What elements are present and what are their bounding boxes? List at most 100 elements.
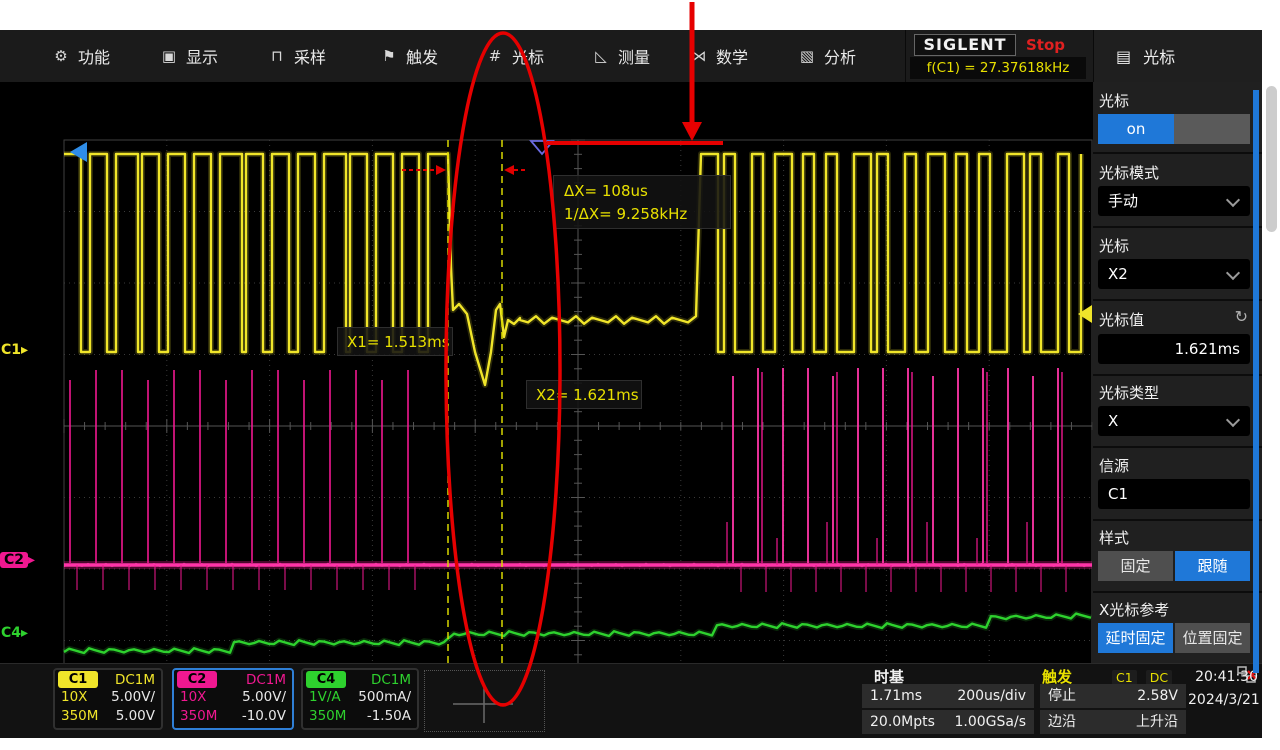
x-cursor-reference-label: X光标参考 [1099,599,1169,620]
bandwidth-limit: 350M [61,707,98,726]
run-state-badge[interactable]: Stop [1026,36,1065,54]
probe-attenuation: 10X [180,688,206,707]
horizontal-delay: 1.71ms [870,684,922,708]
menu-item-cursors[interactable]: #光标 [486,30,544,82]
sample-rate: 1.00GSa/s [955,710,1027,734]
coupling-label: DC1M [246,672,286,688]
menu-item-display[interactable]: ▣ 显示 [160,30,218,82]
menu-label: 分析 [824,44,856,68]
trigger-frequency-readout: f(C1) = 27.37618kHz [910,57,1086,79]
cursor-select-label: 光标 [1099,235,1129,256]
trigger-block[interactable]: 停止2.58V 边沿上升沿 [1040,684,1186,734]
time-display: 20:41:30 [1188,666,1258,689]
waveform-canvas[interactable]: X1X2 [0,82,1093,663]
trigger-source-badge: C1 [1112,670,1137,685]
memory-depth: 20.0Mpts [870,710,935,734]
cursor-value-field[interactable]: 1.621ms [1098,334,1250,364]
acquisition-state: 停止 [1048,684,1076,708]
cursor-value-label: 光标值 [1099,309,1144,330]
channel-badge: C1 [58,671,98,688]
brand-status-block: SIGLENT Stop f(C1) = 27.37618kHz [905,30,1091,82]
menu-item-trigger[interactable]: ⚑ 触发 [380,30,438,82]
menu-label: 显示 [186,44,218,68]
xref-option-delay-fixed[interactable]: 延时固定 [1098,623,1173,653]
cursor-mode-label: 光标模式 [1099,162,1159,183]
refresh-icon[interactable]: ↻ [1235,307,1248,326]
probe-attenuation: 1V/A [309,688,341,707]
volts-per-div: 5.00V/ [242,688,286,707]
chevron-down-icon [1226,266,1240,280]
delta-x-value: ΔX= 108us [564,180,720,203]
c4-position-marker[interactable]: C4▸ [1,625,28,641]
crosshair-icon [425,671,544,731]
offset-value: -1.50A [367,707,411,726]
waveform-area: X1X2 ΔX= 108us 1/ΔX= 9.258kHz X1= 1.513m… [0,82,1093,663]
toggle-off-segment[interactable] [1174,114,1250,144]
xref-option-position-fixed[interactable]: 位置固定 [1175,623,1250,653]
menu-label: 采样 [294,44,326,68]
channel-badge: C2 [177,671,217,688]
style-option-follow[interactable]: 跟随 [1175,551,1250,581]
chevron-down-icon [1226,413,1240,427]
menu-bar: ⚙功能 ▣显示 ⊓采样 ⚑触发 #光标 ◺测量 ⋈数学 ▧分析 SIGLENT … [0,30,1262,84]
oscilloscope-screen: ⚙功能 ▣显示 ⊓采样 ⚑触发 #光标 ◺测量 ⋈数学 ▧分析 SIGLENT … [0,30,1262,737]
ruler-icon: ◺ [592,47,610,65]
panel-header: ▤ 光标 [1093,30,1262,82]
browser-scrollbar-thumb[interactable] [1266,86,1277,232]
style-segmented-control: 固定 跟随 [1098,551,1250,581]
cursor-toggle-label: 光标 [1099,90,1129,111]
style-label: 样式 [1099,527,1129,548]
menu-item-measure[interactable]: ◺ 测量 [592,30,650,82]
x2-cursor-readout: X2= 1.621ms [526,380,642,409]
offset-value: -10.0V [242,707,286,726]
channel-box-c1[interactable]: C1DC1M 10X5.00V/ 350M5.00V [53,668,163,730]
clipboard-icon: ▤ [1116,47,1131,66]
monitor-icon: ▣ [160,47,178,65]
trigger-coupling-badge: DC [1146,670,1172,685]
trigger-level: 2.58V [1137,684,1178,708]
date-display: 2024/3/21 [1188,689,1258,712]
gear-icon: ⚙ [52,47,70,65]
menu-label: 触发 [406,44,438,68]
c2-position-marker[interactable]: C2▸ [0,552,35,568]
volts-per-div: 5.00V/ [111,688,155,707]
delta-cursor-readout: ΔX= 108us 1/ΔX= 9.258kHz [553,175,731,229]
cursor-type-dropdown[interactable]: X [1098,406,1250,436]
menu-item-analysis[interactable]: ▧ 分析 [798,30,856,82]
menu-item-math[interactable]: ⋈数学 [690,30,748,82]
cursor-type-label: 光标类型 [1099,382,1159,403]
channel-box-c4[interactable]: C4 DC1M 1V/A 500mA/ 350M -1.50A [301,668,419,730]
cursor-select-dropdown[interactable]: X2 [1098,259,1250,289]
timebase-block[interactable]: 1.71ms 200us/div 20.0Mpts 1.00GSa/s [862,684,1034,734]
sidebar-scroll-indicator[interactable] [1253,90,1259,673]
source-field[interactable]: C1 [1098,479,1250,509]
panel-title: 光标 [1143,44,1175,68]
coupling-label: DC1M [371,672,411,688]
flag-icon: ⚑ [380,47,398,65]
style-option-fixed[interactable]: 固定 [1098,551,1173,581]
menu-item-acquire[interactable]: ⊓采样 [268,30,326,82]
page: ⚙功能 ▣显示 ⊓采样 ⚑触发 #光标 ◺测量 ⋈数学 ▧分析 SIGLENT … [0,0,1280,750]
delay-preview-box [424,670,545,732]
volts-per-div: 500mA/ [358,688,411,707]
cursor-on-off-toggle[interactable]: on [1098,114,1250,144]
menu-label: 测量 [618,44,650,68]
cursor-settings-panel: 光标 on 光标模式 手动 光标 X2 光标值 ↻ 1.621ms 光标类型 X… [1093,82,1262,663]
clock-block: 20:41:30 2024/3/21 [1188,666,1258,712]
c1-position-marker[interactable]: C1▸ [1,342,28,358]
time-per-div: 200us/div [957,684,1026,708]
probe-attenuation: 10X [61,688,87,707]
menu-item-function[interactable]: ⚙功能 [52,30,110,82]
analysis-icon: ▧ [798,47,816,65]
channel-box-c2[interactable]: C2DC1M 10X5.00V/ 350M-10.0V [172,668,294,730]
crosshair-grid-icon: # [486,47,504,65]
toggle-on-segment[interactable]: on [1098,114,1174,144]
source-label: 信源 [1099,455,1129,476]
menu-label: 数学 [716,44,748,68]
cursor-mode-dropdown[interactable]: 手动 [1098,186,1250,216]
x1-cursor-readout: X1= 1.513ms [337,327,453,356]
inverse-delta-x-value: 1/ΔX= 9.258kHz [564,203,720,226]
channel-badge: C4 [306,671,346,688]
bandwidth-limit: 350M [309,707,346,726]
x-reference-segmented-control: 延时固定 位置固定 [1098,623,1250,653]
